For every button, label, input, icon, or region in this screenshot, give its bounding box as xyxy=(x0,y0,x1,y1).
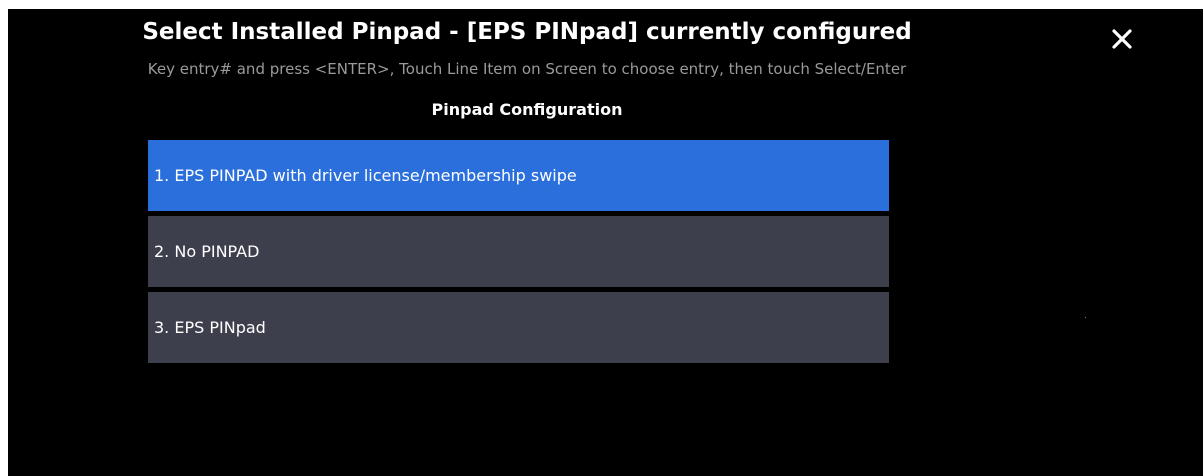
pinpad-selection-dialog: Select Installed Pinpad - [EPS PINpad] c… xyxy=(8,9,1203,476)
stray-pixel xyxy=(1085,317,1086,318)
option-label: 1. EPS PINPAD with driver license/member… xyxy=(154,166,577,185)
dialog-title: Select Installed Pinpad - [EPS PINpad] c… xyxy=(142,19,912,45)
instructions-text: Key entry# and press <ENTER>, Touch Line… xyxy=(147,60,907,78)
pinpad-option-3[interactable]: 3. EPS PINpad xyxy=(148,292,889,363)
pinpad-option-1[interactable]: 1. EPS PINPAD with driver license/member… xyxy=(148,140,889,211)
list-heading: Pinpad Configuration xyxy=(431,100,623,119)
close-icon xyxy=(1112,29,1132,49)
pinpad-option-list: 1. EPS PINPAD with driver license/member… xyxy=(148,140,889,368)
option-label: 3. EPS PINpad xyxy=(154,318,266,337)
pinpad-option-2[interactable]: 2. No PINPAD xyxy=(148,216,889,287)
close-button[interactable] xyxy=(1108,25,1136,53)
option-label: 2. No PINPAD xyxy=(154,242,260,261)
